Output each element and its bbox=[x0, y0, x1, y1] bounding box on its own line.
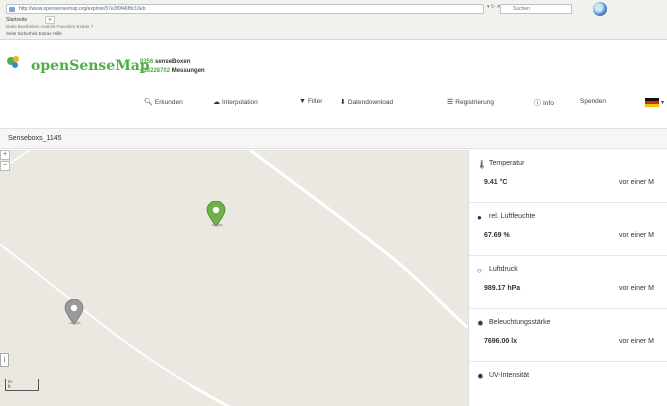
nav-filter-label: Filter bbox=[307, 98, 323, 105]
sensor-title: UV-Intensität bbox=[489, 372, 530, 379]
filter-icon: ▼ bbox=[299, 98, 306, 105]
nav-info[interactable]: ⓘ Info bbox=[534, 98, 554, 108]
sensor-humidity[interactable]: ● rel. Luftfeuchte 67.69 % vor einer M bbox=[469, 203, 667, 256]
nav-explore[interactable]: 🔍︎ Erkunden bbox=[144, 98, 183, 107]
sensor-sidebar: 🌡 Temperatur 9.41 °C vor einer M ● rel. … bbox=[468, 150, 667, 406]
sensor-title: rel. Luftfeuchte bbox=[489, 213, 536, 220]
nav-interpolation-label: Interpolation bbox=[222, 98, 258, 106]
nav-download[interactable]: ⬇ Datendownload bbox=[340, 98, 394, 107]
browser-tab-row: Startseite + bbox=[6, 16, 56, 24]
logo-text[interactable]: openSenseMap bbox=[31, 58, 150, 74]
thermometer-icon: 🌡 bbox=[477, 160, 488, 169]
address-text: http://www.opensensemap.org/explore/57e3… bbox=[19, 6, 146, 12]
nav-download-label: Datendownload bbox=[347, 98, 394, 106]
nav-donate-label: Spenden bbox=[580, 98, 607, 105]
zoom-in-button[interactable]: + bbox=[0, 150, 10, 160]
sensor-title: Temperatur bbox=[489, 160, 525, 167]
sensebox-bar: Senseboxs_1145 bbox=[0, 128, 667, 149]
sensor-timestamp: vor einer M bbox=[619, 338, 655, 345]
sensor-uv[interactable]: ✹ UV-Intensität bbox=[469, 362, 667, 406]
favicon-icon bbox=[9, 7, 15, 12]
droplet-icon: ● bbox=[477, 213, 482, 222]
nav-explore-label: Erkunden bbox=[154, 98, 183, 106]
nav-filter[interactable]: ▼ Filter bbox=[299, 98, 322, 105]
senseboxes-count: 9356 bbox=[140, 59, 154, 65]
scale-label-ft: ft bbox=[8, 384, 11, 389]
sensor-value: 9.41 °C bbox=[484, 179, 508, 186]
favorites-bar[interactable]: Seite Sicherheit Extras Hilfe bbox=[6, 31, 62, 36]
sensebox-marker-inactive[interactable] bbox=[63, 299, 85, 325]
browser-menu[interactable]: Datei Bearbeiten Ansicht Favoriten Extra… bbox=[6, 24, 93, 29]
sensor-pressure[interactable]: ○ Luftdruck 989.17 hPa vor einer M bbox=[469, 256, 667, 309]
zoom-out-button[interactable]: − bbox=[0, 161, 10, 171]
browser-search-input[interactable]: Suchen bbox=[500, 4, 572, 14]
cloud-icon: ☁ bbox=[213, 99, 220, 106]
tab-label[interactable]: Startseite bbox=[6, 17, 27, 23]
sensebox-title: Senseboxs_1145 bbox=[8, 135, 62, 142]
browser-home-icon[interactable] bbox=[593, 2, 607, 16]
sensor-illuminance[interactable]: ✹ Beleuchtungsstärke 7696.00 lx vor eine… bbox=[469, 309, 667, 362]
map-scale-bar: m ft bbox=[5, 379, 39, 391]
list-icon: ☰ bbox=[447, 99, 454, 106]
nav-info-label: Info bbox=[543, 99, 554, 107]
search-icon: 🔍︎ bbox=[144, 99, 153, 106]
nav-register-label: Registrierung bbox=[455, 98, 494, 106]
chevron-down-icon[interactable]: ▾ bbox=[661, 99, 664, 106]
sensor-value: 989.17 hPa bbox=[484, 285, 521, 292]
measurements-label: Messungen bbox=[171, 68, 205, 74]
map[interactable] bbox=[0, 150, 468, 406]
senseboxes-label: senseBoxen bbox=[155, 59, 191, 65]
address-bar[interactable]: http://www.opensensemap.org/explore/57e3… bbox=[6, 4, 484, 14]
sensor-value: 7696.00 lx bbox=[484, 338, 518, 345]
new-tab-button[interactable]: + bbox=[44, 16, 56, 24]
browser-chrome: http://www.opensensemap.org/explore/57e3… bbox=[0, 0, 667, 40]
sensor-title: Luftdruck bbox=[489, 266, 518, 273]
sensor-timestamp: vor einer M bbox=[619, 285, 655, 292]
measurements-count: 438228702 bbox=[140, 68, 171, 74]
opensensemap-logo-icon bbox=[7, 56, 19, 68]
sensor-title: Beleuchtungsstärke bbox=[489, 319, 551, 326]
nav-interpolation[interactable]: ☁ Interpolation bbox=[213, 98, 258, 107]
map-side-button[interactable]: ) bbox=[0, 353, 9, 367]
german-flag-icon[interactable] bbox=[645, 98, 659, 107]
sensor-temperature[interactable]: 🌡 Temperatur 9.41 °C vor einer M bbox=[469, 150, 667, 203]
nav-donate[interactable]: Spenden bbox=[580, 98, 606, 105]
sensebox-marker-active[interactable] bbox=[205, 201, 227, 227]
info-icon: ⓘ bbox=[534, 100, 541, 107]
download-icon: ⬇ bbox=[340, 99, 346, 106]
gauge-icon: ○ bbox=[477, 266, 482, 275]
sensor-timestamp: vor einer M bbox=[619, 232, 655, 239]
stats: 9356 senseBoxen 438228702 Messungen bbox=[140, 58, 205, 76]
sensor-value: 67.69 % bbox=[484, 232, 510, 239]
sun-icon: ✹ bbox=[477, 319, 484, 328]
map-roads bbox=[0, 150, 468, 406]
sensor-timestamp: vor einer M bbox=[619, 179, 655, 186]
sun-icon: ✹ bbox=[477, 372, 484, 381]
nav-register[interactable]: ☰ Registrierung bbox=[447, 98, 494, 107]
refresh-icon[interactable]: ▾ ↻ ✕ bbox=[487, 4, 501, 10]
app-header bbox=[0, 41, 667, 123]
